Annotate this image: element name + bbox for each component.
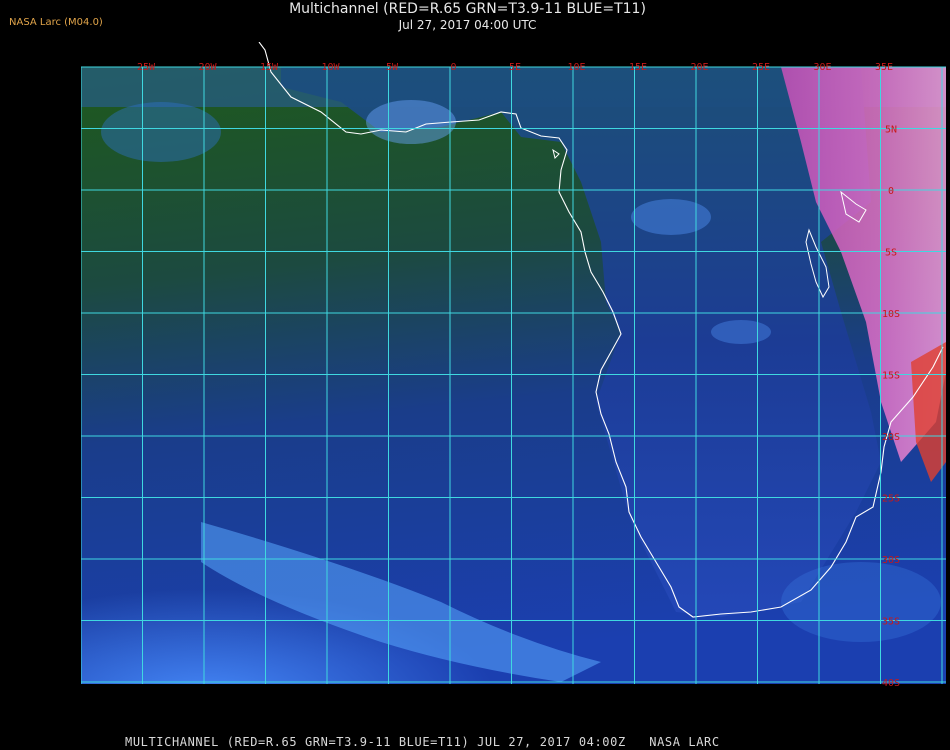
cloud-patch [101,102,221,162]
longitude-label: 15E [629,62,647,73]
satellite-map: 25W 20W 15W 10W 5W 0 5E 10E 15E 20E 25E 30E 35E 5N 0 5S… [81,42,946,725]
longitude-label: 5E [509,62,521,73]
cloud-patch [631,199,711,235]
longitude-label: 0 [450,62,456,73]
latitude-label: 15S [882,371,900,382]
latitude-label: 10S [882,309,900,320]
image-title: Multichannel (RED=R.65 GRN=T3.9-11 BLUE=… [289,1,646,17]
longitude-label: 20E [690,62,708,73]
cloud-patch [366,100,456,144]
longitude-label: 30E [813,62,831,73]
longitude-label: 35E [875,62,893,73]
longitude-label: 5W [386,62,399,73]
longitude-label: 25W [137,62,156,73]
latitude-label: 25S [882,494,900,505]
latitude-label: 35S [882,617,900,628]
longitude-label: 10W [321,62,340,73]
longitude-label: 15W [260,62,279,73]
longitude-label: 20W [198,62,217,73]
latitude-label: 0 [888,186,894,197]
map-canvas: 25W 20W 15W 10W 5W 0 5E 10E 15E 20E 25E 30E 35E 5N 0 5S… [81,42,946,725]
latitude-label: 5N [885,125,897,136]
image-datetime: Jul 27, 2017 04:00 UTC [398,18,537,32]
footer-caption: MULTICHANNEL (RED=R.65 GRN=T3.9-11 BLUE=… [125,735,720,749]
map-bottom-band [81,684,946,725]
longitude-label: 25E [752,62,770,73]
latitude-label: 40S [882,678,900,689]
cloud-patch [781,562,941,642]
latitude-label: 30S [882,555,900,566]
latitude-label: 20S [882,432,900,443]
longitude-label: 10E [567,62,585,73]
latitude-label: 5S [885,248,897,259]
cloud-patch [711,320,771,344]
